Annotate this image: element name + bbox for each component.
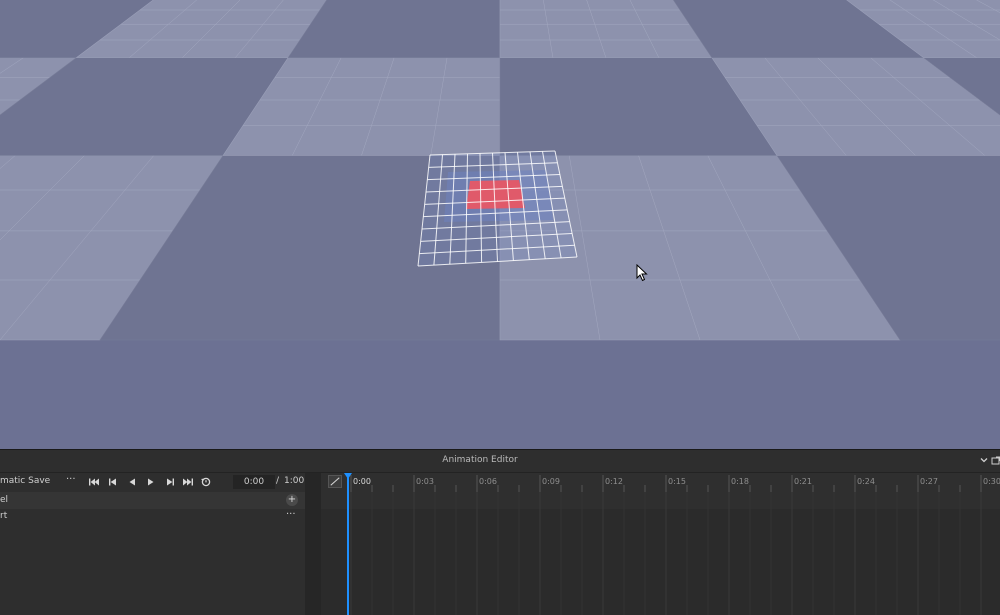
step-forward-icon[interactable]: [164, 477, 176, 487]
track-header-row: el +: [0, 492, 305, 509]
timeline-area[interactable]: 0:00 0:03 0:06 0:09 0:12 0:15 0:18 0:21 0:24 0:27…: [321, 473, 1000, 615]
curve-editor-icon[interactable]: [328, 475, 342, 488]
editor-titlebar: Animation Editor: [0, 450, 1000, 473]
time-separator: /: [276, 476, 279, 486]
editor-toolbar: matic Save ···: [0, 473, 305, 491]
play-reverse-icon[interactable]: [126, 477, 138, 487]
ruler-tick-label: 0:12: [605, 477, 623, 486]
ruler-tick-label: 0:09: [542, 477, 560, 486]
chevron-down-icon[interactable]: [980, 456, 988, 464]
track-label: rt: [0, 511, 7, 521]
editor-title: Animation Editor: [0, 455, 960, 465]
track-list-panel: matic Save ···: [0, 473, 305, 615]
animation-name[interactable]: matic Save: [0, 476, 50, 486]
ruler-tick-label: 0:06: [479, 477, 497, 486]
baseplate-floor: [0, 0, 1000, 449]
play-icon[interactable]: [145, 477, 157, 487]
playhead[interactable]: [347, 473, 349, 615]
mouse-cursor-icon: [636, 264, 648, 282]
animation-editor-panel: Animation Editor matic Save ···: [0, 449, 1000, 615]
ruler-tick-label: 0:00: [353, 477, 371, 486]
timeline-grid: [321, 492, 1000, 615]
ruler-tick-label: 0:03: [416, 477, 434, 486]
track-row[interactable]: rt ···: [0, 509, 305, 526]
panel-splitter[interactable]: [305, 473, 321, 615]
loop-icon[interactable]: [200, 477, 212, 487]
total-time-field[interactable]: 1:00: [284, 476, 304, 486]
dock-icon[interactable]: [991, 456, 1000, 466]
timeline-ruler[interactable]: 0:00 0:03 0:06 0:09 0:12 0:15 0:18 0:21 0:24 0:27…: [321, 473, 1000, 492]
ruler-tick-label: 0:24: [857, 477, 875, 486]
track-options-button[interactable]: ···: [286, 509, 296, 520]
3d-viewport[interactable]: [0, 0, 1000, 449]
ruler-tick-label: 0:21: [794, 477, 812, 486]
selected-part[interactable]: [418, 151, 577, 266]
track-header-label: el: [0, 495, 8, 505]
ruler-tick-label: 0:30: [983, 477, 1000, 486]
skip-to-start-icon[interactable]: [88, 477, 100, 487]
ruler-tick-label: 0:15: [668, 477, 686, 486]
step-back-icon[interactable]: [107, 477, 119, 487]
skip-to-end-icon[interactable]: [182, 477, 194, 487]
ruler-tick-label: 0:18: [731, 477, 749, 486]
add-track-button[interactable]: +: [286, 494, 298, 506]
ruler-tick-label: 0:27: [920, 477, 938, 486]
more-options-button[interactable]: ···: [66, 474, 76, 485]
current-time-field[interactable]: 0:00: [233, 475, 275, 489]
